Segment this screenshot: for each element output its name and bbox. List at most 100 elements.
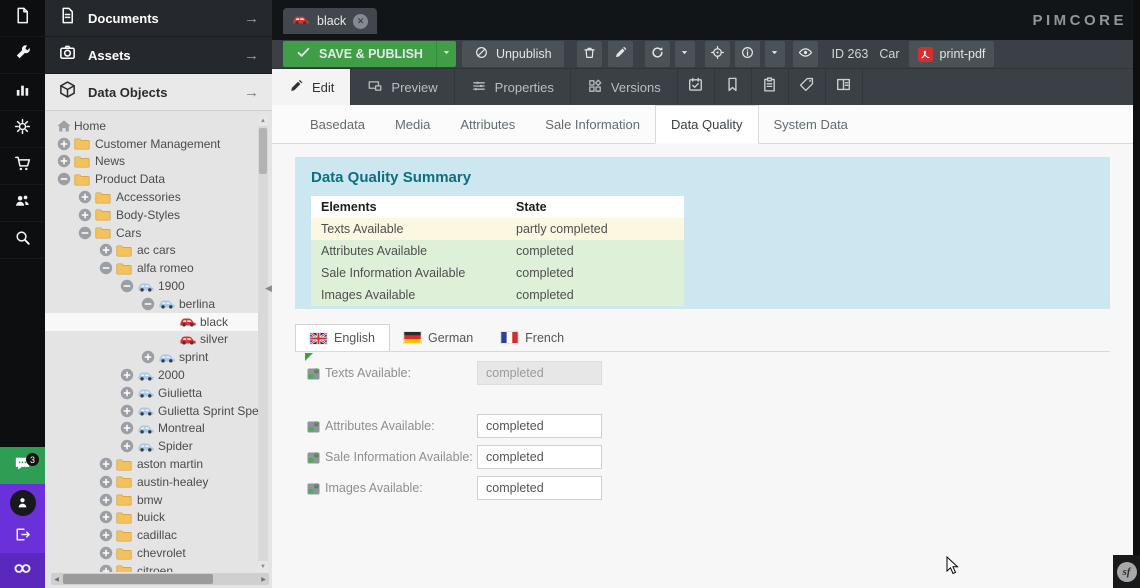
tree-vertical-scrollbar[interactable]: ▲ ▼ bbox=[258, 115, 268, 572]
schedule-button[interactable] bbox=[678, 69, 715, 105]
collapse-toggle-icon[interactable] bbox=[99, 261, 113, 275]
expand-toggle-icon[interactable] bbox=[78, 208, 92, 222]
info-caret-button[interactable] bbox=[765, 41, 785, 67]
open-object-tab-black[interactable]: black ✕ bbox=[283, 8, 377, 34]
expand-toggle-icon[interactable] bbox=[99, 475, 113, 489]
expand-toggle-icon[interactable] bbox=[99, 564, 113, 572]
tree-item-montreal[interactable]: Montreal bbox=[45, 420, 258, 438]
data-tab-media[interactable]: Media bbox=[380, 105, 445, 143]
scroll-right-arrow[interactable]: ▶ bbox=[258, 573, 269, 585]
sidebar-panel-data-objects[interactable]: Data Objects → bbox=[45, 74, 272, 111]
sidebar-panel-documents[interactable]: Documents → bbox=[45, 0, 272, 37]
tab-versions[interactable]: Versions bbox=[571, 69, 678, 105]
tree-item-product-data[interactable]: Product Data bbox=[45, 170, 258, 188]
language-tab-english[interactable]: English bbox=[295, 324, 390, 351]
rail-documents-button[interactable] bbox=[0, 0, 45, 37]
close-tab-icon[interactable]: ✕ bbox=[353, 14, 368, 29]
tree-item-home[interactable]: Home bbox=[45, 117, 258, 135]
tree-item-citroen[interactable]: citroen bbox=[45, 562, 258, 572]
data-tab-attributes[interactable]: Attributes bbox=[445, 105, 530, 143]
expand-toggle-icon[interactable] bbox=[99, 457, 113, 471]
data-tab-sale-information[interactable]: Sale Information bbox=[530, 105, 655, 143]
scrollbar-thumb[interactable] bbox=[63, 574, 213, 584]
expand-toggle-icon[interactable] bbox=[99, 510, 113, 524]
expand-toggle-icon[interactable] bbox=[120, 439, 134, 453]
reload-button[interactable] bbox=[645, 41, 670, 67]
expand-toggle-icon[interactable] bbox=[141, 350, 155, 364]
expand-toggle-icon[interactable] bbox=[120, 386, 134, 400]
rail-search-button[interactable] bbox=[0, 222, 45, 259]
reload-options-caret-button[interactable] bbox=[675, 41, 695, 67]
language-tab-french[interactable]: French bbox=[487, 324, 578, 351]
expand-toggle-icon[interactable] bbox=[99, 493, 113, 507]
expand-toggle-icon[interactable] bbox=[78, 190, 92, 204]
tree-horizontal-scrollbar[interactable]: ◀ ▶ bbox=[51, 573, 269, 585]
bookmark-button[interactable] bbox=[715, 69, 752, 105]
rail-pimcore-logo[interactable] bbox=[0, 553, 45, 588]
tree-item-spider[interactable]: Spider bbox=[45, 437, 258, 455]
expand-toggle-icon[interactable] bbox=[120, 368, 134, 382]
rail-customers-button[interactable] bbox=[0, 185, 45, 222]
tree-item-cadillac[interactable]: cadillac bbox=[45, 526, 258, 544]
scrollbar-thumb[interactable] bbox=[259, 128, 267, 174]
save-publish-button[interactable]: SAVE & PUBLISH bbox=[283, 41, 436, 67]
scroll-up-arrow[interactable]: ▲ bbox=[258, 115, 268, 126]
info-button[interactable] bbox=[735, 41, 760, 67]
tree-item-silver[interactable]: silver bbox=[45, 331, 258, 349]
tree-item-customer-management[interactable]: Customer Management bbox=[45, 135, 258, 153]
tree-item-chevrolet[interactable]: chevrolet bbox=[45, 544, 258, 562]
print-pdf-button[interactable]: print-pdf bbox=[909, 41, 995, 67]
tree-item-news[interactable]: News bbox=[45, 153, 258, 171]
tab-edit[interactable]: Edit bbox=[272, 69, 351, 105]
collapse-toggle-icon[interactable] bbox=[120, 279, 134, 293]
rail-reports-button[interactable] bbox=[0, 74, 45, 111]
tree-item-body-styles[interactable]: Body-Styles bbox=[45, 206, 258, 224]
save-options-caret-button[interactable] bbox=[436, 41, 456, 67]
field-input-images-available[interactable] bbox=[477, 476, 602, 500]
tree-item-cars[interactable]: Cars bbox=[45, 224, 258, 242]
language-tab-german[interactable]: German bbox=[390, 324, 487, 351]
rail-chat-button[interactable]: 3 bbox=[0, 447, 45, 484]
rename-button[interactable] bbox=[608, 41, 633, 67]
tree-item-2000[interactable]: 2000 bbox=[45, 366, 258, 384]
expand-toggle-icon[interactable] bbox=[57, 154, 71, 168]
data-tab-data-quality[interactable]: Data Quality bbox=[655, 105, 759, 144]
tree-item-berlina[interactable]: berlina bbox=[45, 295, 258, 313]
rail-user-button[interactable] bbox=[0, 484, 45, 521]
scroll-left-arrow[interactable]: ◀ bbox=[51, 573, 62, 585]
expand-toggle-icon[interactable] bbox=[57, 137, 71, 151]
scroll-down-arrow[interactable]: ▼ bbox=[258, 561, 268, 572]
tree-item-buick[interactable]: buick bbox=[45, 509, 258, 527]
layout-button[interactable] bbox=[826, 69, 863, 105]
tree-item-sprint[interactable]: sprint bbox=[45, 348, 258, 366]
tree-item-austin-healey[interactable]: austin-healey bbox=[45, 473, 258, 491]
rail-ecommerce-button[interactable] bbox=[0, 148, 45, 185]
tab-preview[interactable]: Preview bbox=[351, 69, 454, 105]
expand-toggle-icon[interactable] bbox=[120, 421, 134, 435]
tree-item-bmw[interactable]: bmw bbox=[45, 491, 258, 509]
data-tab-basedata[interactable]: Basedata bbox=[295, 105, 380, 143]
symfony-debug-toggle[interactable]: sf bbox=[1113, 555, 1140, 588]
delete-button[interactable] bbox=[577, 41, 602, 67]
rail-logout-button[interactable] bbox=[0, 521, 45, 553]
locate-in-tree-button[interactable] bbox=[705, 41, 730, 67]
rail-tools-button[interactable] bbox=[0, 37, 45, 74]
field-input-attributes-available[interactable] bbox=[477, 414, 602, 438]
unpublish-button[interactable]: Unpublish bbox=[462, 41, 564, 67]
notes-button[interactable] bbox=[752, 69, 789, 105]
tree-item-black[interactable]: black bbox=[45, 313, 258, 331]
rail-settings-button[interactable] bbox=[0, 111, 45, 148]
collapse-toggle-icon[interactable] bbox=[141, 297, 155, 311]
open-preview-button[interactable] bbox=[793, 41, 818, 67]
field-input-sale-information-available[interactable] bbox=[477, 445, 602, 469]
tree-item-alfa-romeo[interactable]: alfa romeo bbox=[45, 259, 258, 277]
collapse-toggle-icon[interactable] bbox=[57, 172, 71, 186]
tree-item-giulietta[interactable]: Giulietta bbox=[45, 384, 258, 402]
tree-item-ac-cars[interactable]: ac cars bbox=[45, 242, 258, 260]
data-tab-system-data[interactable]: System Data bbox=[759, 105, 863, 143]
tag-button[interactable] bbox=[789, 69, 826, 105]
expand-toggle-icon[interactable] bbox=[99, 546, 113, 560]
expand-toggle-icon[interactable] bbox=[99, 243, 113, 257]
tab-properties[interactable]: Properties bbox=[455, 69, 571, 105]
collapse-toggle-icon[interactable] bbox=[78, 226, 92, 240]
